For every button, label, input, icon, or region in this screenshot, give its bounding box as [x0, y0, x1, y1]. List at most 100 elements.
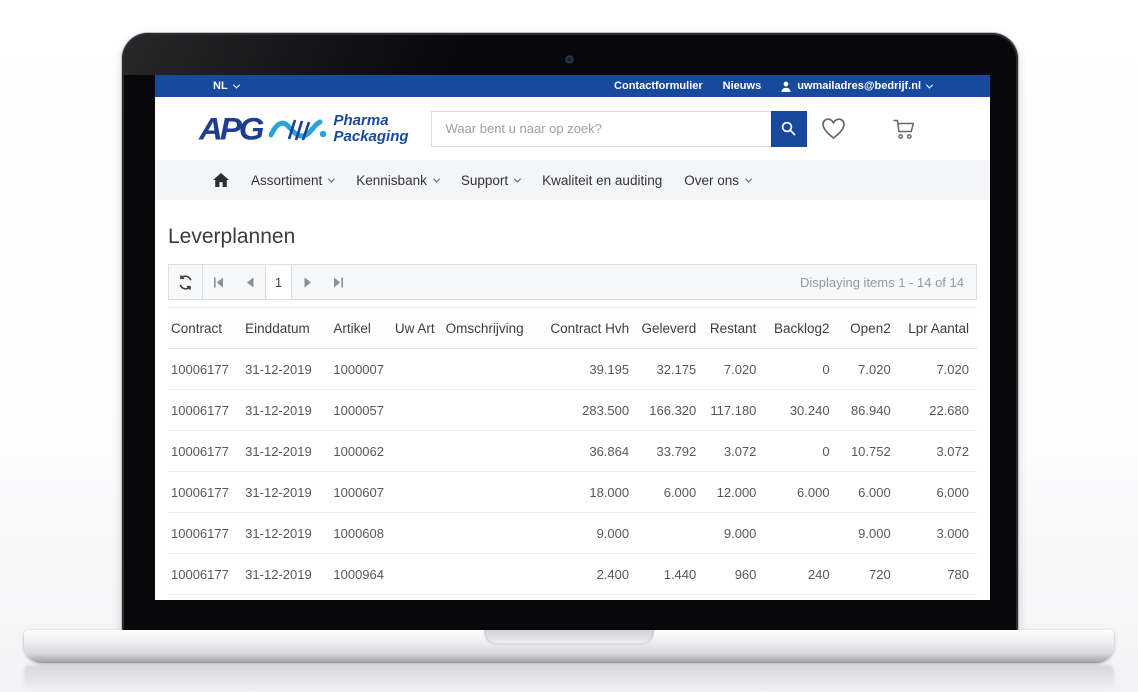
logo-acronym: APG [199, 113, 262, 145]
table-row[interactable]: 1000617731-12-2019100000739.19532.1757.0… [168, 349, 977, 390]
last-page-button[interactable] [323, 265, 354, 299]
table-cell: 18.000 [542, 472, 637, 513]
nav-item-kennisbank[interactable]: Kennisbank [356, 173, 439, 188]
nav-item-over-ons[interactable]: Over ons [684, 173, 751, 188]
laptop-base [24, 630, 1114, 663]
table-row[interactable]: 1000617731-12-201910009642.4001.44096024… [168, 554, 977, 595]
nav-item-assortiment[interactable]: Assortiment [251, 173, 334, 188]
table-cell: 10.752 [838, 431, 899, 472]
refresh-button[interactable] [169, 265, 203, 299]
table-cell [391, 513, 443, 554]
table-cell: 9.000 [704, 513, 764, 554]
table-cell [637, 513, 704, 554]
table-cell [443, 513, 542, 554]
search-input[interactable] [431, 111, 771, 147]
laptop-reflection [24, 665, 1114, 692]
account-email: uwmailadres@bedrijf.nl [797, 80, 921, 92]
table-cell [443, 349, 542, 390]
table-cell: 117.180 [704, 390, 764, 431]
table-cell: 2.400 [542, 554, 637, 595]
table-cell: 166.320 [637, 390, 704, 431]
language-label: NL [213, 80, 228, 92]
table-cell: 10006177 [168, 472, 242, 513]
company-logo[interactable]: APG Pharma Packaging [199, 112, 409, 145]
wishlist-button[interactable] [820, 117, 847, 141]
table-row[interactable]: 1000617731-12-2019100006236.86433.7923.0… [168, 431, 977, 472]
column-header[interactable]: Omschrijving [443, 308, 542, 349]
nav-item-kwaliteit-en-auditing[interactable]: Kwaliteit en auditing [542, 173, 662, 188]
refresh-icon [178, 275, 193, 290]
chevron-down-icon [433, 175, 440, 182]
page-title: Leverplannen [168, 225, 977, 249]
cart-button[interactable] [891, 117, 918, 141]
news-link[interactable]: Nieuws [723, 80, 762, 92]
logo-tagline: Pharma Packaging [334, 113, 409, 145]
table-cell [391, 431, 443, 472]
table-cell [443, 554, 542, 595]
table-row[interactable]: 1000617731-12-20191000057283.500166.3201… [168, 390, 977, 431]
previous-page-icon [246, 277, 254, 288]
column-header[interactable]: Open2 [838, 308, 899, 349]
table-cell [391, 349, 443, 390]
table-cell: 3.000 [899, 513, 977, 554]
table-cell: 31-12-2019 [242, 390, 330, 431]
previous-page-button[interactable] [234, 265, 265, 299]
chevron-down-icon [745, 175, 752, 182]
table-cell: 39.195 [542, 349, 637, 390]
table-cell: 30.240 [764, 390, 837, 431]
table-cell: 33.792 [637, 431, 704, 472]
table-cell [391, 472, 443, 513]
next-page-icon [304, 277, 312, 288]
table-cell: 9.000 [838, 513, 899, 554]
column-header[interactable]: Restant [704, 308, 764, 349]
laptop-base-notch [484, 630, 654, 645]
column-header[interactable]: Contract [168, 308, 242, 349]
table-cell: 31-12-2019 [242, 472, 330, 513]
table-cell: 10006177 [168, 431, 242, 472]
grid-toolbar: 1 Displaying items 1 - 14 of 14 [168, 264, 977, 300]
table-row[interactable]: 1000617731-12-2019100060718.0006.00012.0… [168, 472, 977, 513]
column-header[interactable]: Geleverd [637, 308, 704, 349]
column-header[interactable]: Einddatum [242, 308, 330, 349]
pager-status: Displaying items 1 - 14 of 14 [800, 275, 976, 290]
contact-link[interactable]: Contactformulier [614, 80, 703, 92]
column-header[interactable]: Uw Art [391, 308, 443, 349]
table-cell [443, 431, 542, 472]
bezel-gloss [124, 35, 1016, 75]
column-header[interactable]: Artikel [330, 308, 390, 349]
account-menu[interactable]: uwmailadres@bedrijf.nl [781, 80, 932, 92]
table-row[interactable]: 1000617731-12-201910006089.0009.0009.000… [168, 513, 977, 554]
language-switcher[interactable]: NL [213, 80, 239, 92]
nav-home[interactable] [213, 173, 229, 187]
table-cell: 7.020 [838, 349, 899, 390]
table-cell: 1000057 [330, 390, 390, 431]
nav-item-label: Assortiment [251, 173, 322, 188]
column-header[interactable]: Lpr Aantal [899, 308, 977, 349]
next-page-button[interactable] [292, 265, 323, 299]
table-cell: 10006177 [168, 554, 242, 595]
table-cell: 12.000 [704, 472, 764, 513]
current-page-indicator[interactable]: 1 [265, 265, 292, 299]
table-cell: 960 [704, 554, 764, 595]
nav-items: Assortiment Kennisbank Support Kwaliteit en… [251, 173, 751, 188]
nav-item-label: Over ons [684, 173, 739, 188]
table-cell: 1000607 [330, 472, 390, 513]
column-header[interactable]: Contract Hvh [542, 308, 637, 349]
nav-item-support[interactable]: Support [461, 173, 520, 188]
search-button[interactable] [771, 111, 807, 147]
dna-swirl-icon [269, 114, 327, 144]
table-cell: 240 [764, 554, 837, 595]
first-page-button[interactable] [203, 265, 234, 299]
nav-item-label: Support [461, 173, 508, 188]
chevron-down-icon [514, 175, 521, 182]
table-cell: 7.020 [704, 349, 764, 390]
topbar-links: Contactformulier Nieuws uwmailadres@bedr… [614, 80, 932, 92]
laptop-frame: NL Contactformulier Nieuws uwmailadres@b… [122, 33, 1018, 632]
first-page-icon [213, 277, 224, 288]
table-cell: 36.864 [542, 431, 637, 472]
topbar: NL Contactformulier Nieuws uwmailadres@b… [155, 75, 990, 97]
column-header[interactable]: Backlog2 [764, 308, 837, 349]
table-cell: 22.680 [899, 390, 977, 431]
table-cell [391, 390, 443, 431]
table-cell: 1000608 [330, 513, 390, 554]
